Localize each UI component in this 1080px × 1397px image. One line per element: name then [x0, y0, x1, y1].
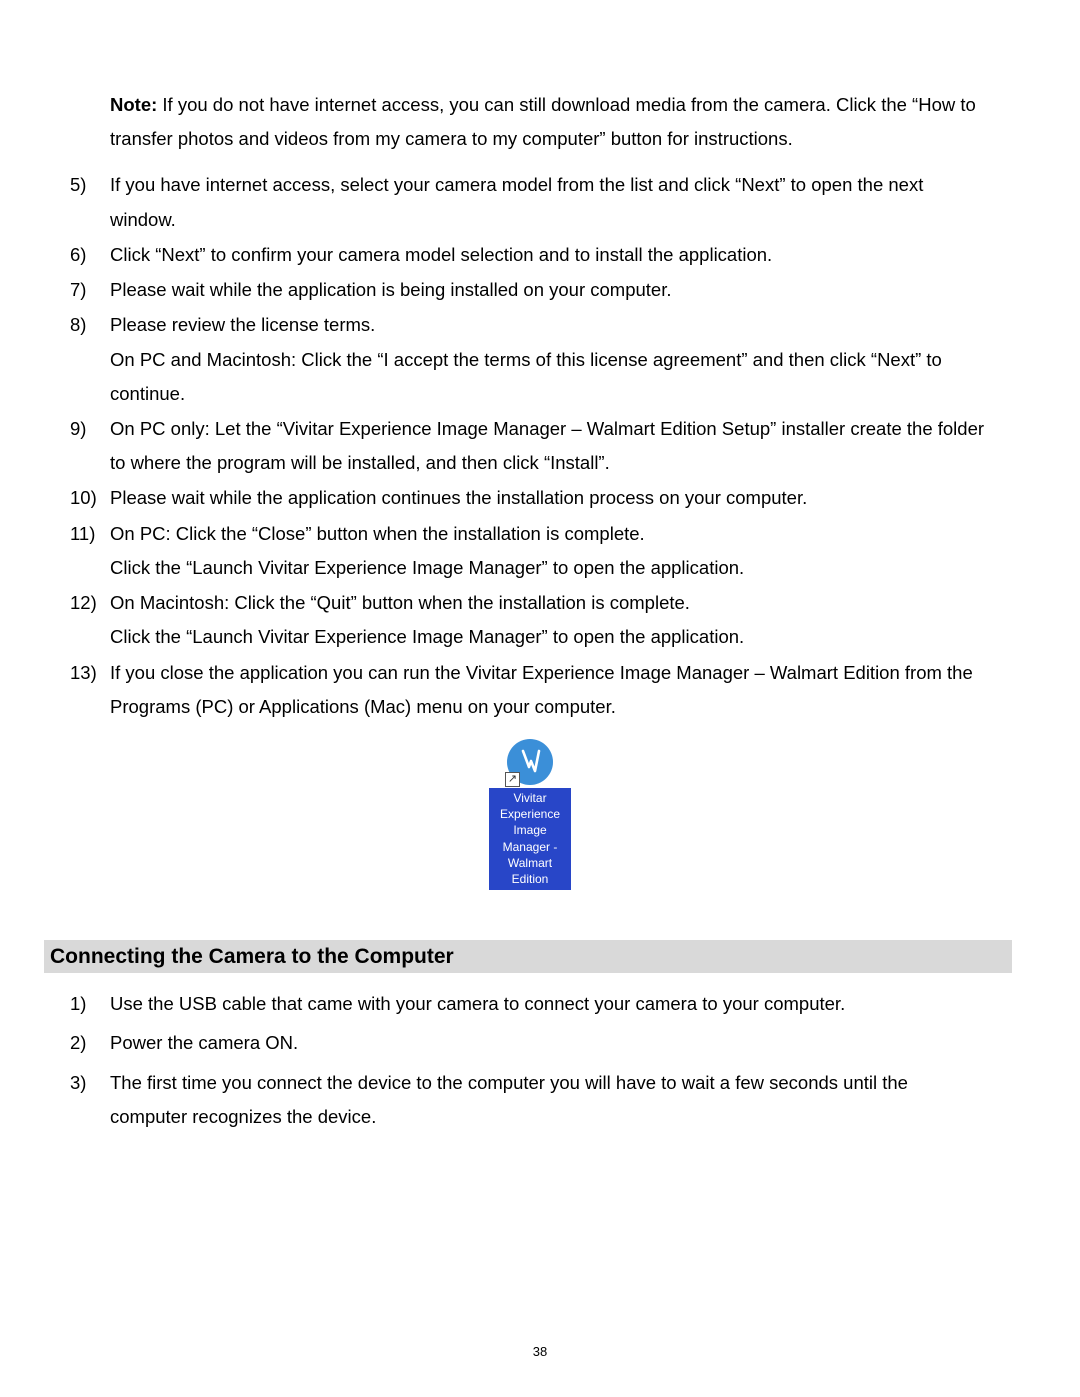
list-text: On PC: Click the “Close” button when the…	[110, 517, 990, 585]
connect-steps-list: 1)Use the USB cable that came with your …	[70, 987, 990, 1134]
list-text: The first time you connect the device to…	[110, 1066, 990, 1134]
list-text: If you close the application you can run…	[110, 656, 990, 724]
list-text: Please wait while the application contin…	[110, 481, 990, 515]
list-item: 8)Please review the license terms.On PC …	[70, 308, 990, 411]
list-number: 2)	[70, 1026, 110, 1060]
list-number: 10)	[70, 481, 110, 515]
list-item: 5)If you have internet access, select yo…	[70, 168, 990, 236]
list-text: If you have internet access, select your…	[110, 168, 990, 236]
list-number: 11)	[70, 517, 110, 585]
list-number: 5)	[70, 168, 110, 236]
list-number: 12)	[70, 586, 110, 654]
list-item: 1)Use the USB cable that came with your …	[70, 987, 990, 1021]
note-block: Note: If you do not have internet access…	[70, 88, 990, 156]
list-number: 13)	[70, 656, 110, 724]
list-text: Power the camera ON.	[110, 1026, 990, 1060]
list-number: 8)	[70, 308, 110, 411]
icon-label: Vivitar Experience Image Manager - Walma…	[489, 788, 571, 890]
list-item: 2)Power the camera ON.	[70, 1026, 990, 1060]
page-number: 38	[0, 1344, 1080, 1359]
list-item: 6)Click “Next” to confirm your camera mo…	[70, 238, 990, 272]
list-item: 11)On PC: Click the “Close” button when …	[70, 517, 990, 585]
list-text: Please review the license terms.On PC an…	[110, 308, 990, 411]
shortcut-arrow-icon: ↗	[505, 772, 520, 787]
install-steps-list: 5)If you have internet access, select yo…	[70, 168, 990, 724]
list-item: 13)If you close the application you can …	[70, 656, 990, 724]
icon-area: ↗ Vivitar Experience Image Manager - Wal…	[70, 739, 990, 890]
list-text: On PC only: Let the “Vivitar Experience …	[110, 412, 990, 480]
list-text: On Macintosh: Click the “Quit” button wh…	[110, 586, 990, 654]
list-item: 10)Please wait while the application con…	[70, 481, 990, 515]
note-label: Note:	[110, 94, 157, 115]
list-number: 6)	[70, 238, 110, 272]
list-text: Use the USB cable that came with your ca…	[110, 987, 990, 1021]
list-item: 3)The first time you connect the device …	[70, 1066, 990, 1134]
list-item: 7)Please wait while the application is b…	[70, 273, 990, 307]
list-item: 12)On Macintosh: Click the “Quit” button…	[70, 586, 990, 654]
vivitar-logo-icon: ↗	[507, 739, 553, 785]
desktop-shortcut-icon: ↗ Vivitar Experience Image Manager - Wal…	[489, 739, 571, 890]
list-number: 7)	[70, 273, 110, 307]
list-item: 9)On PC only: Let the “Vivitar Experienc…	[70, 412, 990, 480]
list-number: 1)	[70, 987, 110, 1021]
list-number: 3)	[70, 1066, 110, 1134]
list-number: 9)	[70, 412, 110, 480]
list-text: Click “Next” to confirm your camera mode…	[110, 238, 990, 272]
section-heading: Connecting the Camera to the Computer	[44, 940, 1012, 973]
list-text: Please wait while the application is bei…	[110, 273, 990, 307]
note-text: If you do not have internet access, you …	[110, 94, 976, 149]
